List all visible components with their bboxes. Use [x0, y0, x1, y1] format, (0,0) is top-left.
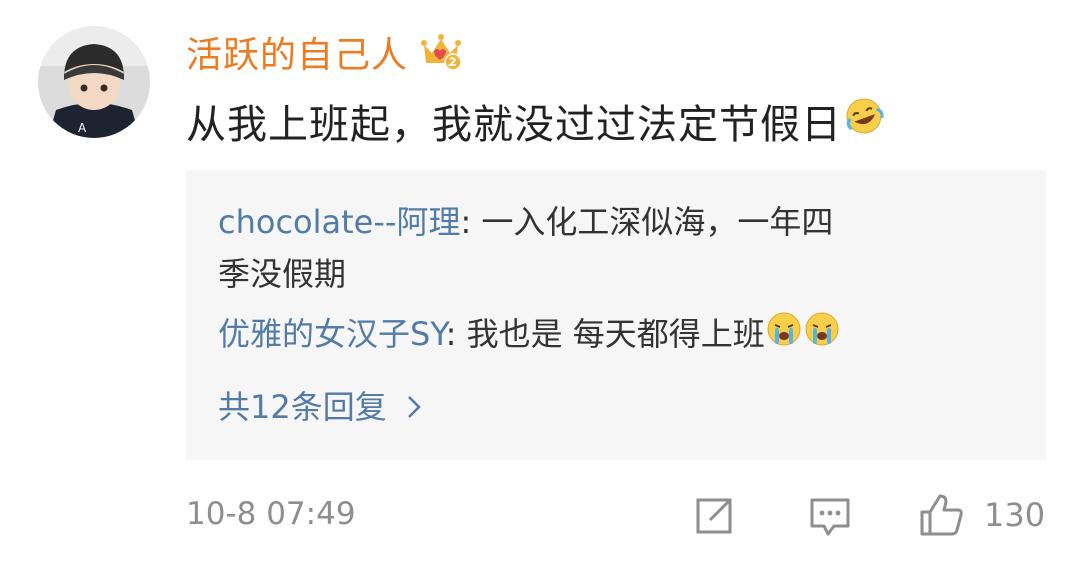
username-row: 活跃的自己人 [186, 24, 464, 80]
comment-body: 从我上班起，我就没过过法定节假日 [186, 102, 842, 148]
crying-emoji-icon [803, 310, 841, 363]
chevron-right-icon [405, 391, 423, 419]
comment-footer: 10-8 07:49 130 [186, 490, 1046, 540]
avatar[interactable]: A [38, 26, 150, 138]
timestamp: 10-8 07:49 [186, 496, 356, 532]
laughing-crying-emoji-icon [842, 94, 886, 148]
svg-text:A: A [78, 121, 87, 135]
more-replies-label: 共12条回复 [218, 388, 387, 426]
reply-separator: : [460, 203, 482, 241]
crown-badge-icon[interactable] [418, 29, 464, 75]
reply-item[interactable]: 优雅的女汉子SY: 我也是 每天都得上班 [218, 308, 841, 363]
username[interactable]: 活跃的自己人 [186, 26, 408, 78]
reply-box: chocolate--阿理: 一入化工深似海，一年四季没假期 优雅的女汉子SY:… [186, 170, 1046, 460]
reply-author[interactable]: 优雅的女汉子SY [218, 315, 446, 353]
comment-icon [810, 498, 850, 536]
comment-text: 从我上班起，我就没过过法定节假日 [186, 92, 886, 150]
thumbs-up-icon [920, 494, 963, 536]
crying-emoji-icon [765, 310, 803, 363]
share-button[interactable] [690, 492, 738, 540]
more-replies-link[interactable]: 共12条回复 [218, 382, 423, 428]
reply-separator: : [445, 315, 467, 353]
reply-text: 我也是 每天都得上班 [466, 315, 765, 353]
comment-item: A 活跃的自己人 从我上班起，我就没过过法定节假日 chocolate--阿理:… [0, 0, 1074, 564]
reply-author[interactable]: chocolate--阿理 [218, 203, 460, 241]
like-count: 130 [984, 496, 1046, 534]
share-icon [696, 498, 732, 534]
reply-item[interactable]: chocolate--阿理: 一入化工深似海，一年四季没假期 [218, 196, 838, 300]
reply-button[interactable] [806, 492, 854, 540]
like-button[interactable]: 130 [916, 490, 1045, 540]
